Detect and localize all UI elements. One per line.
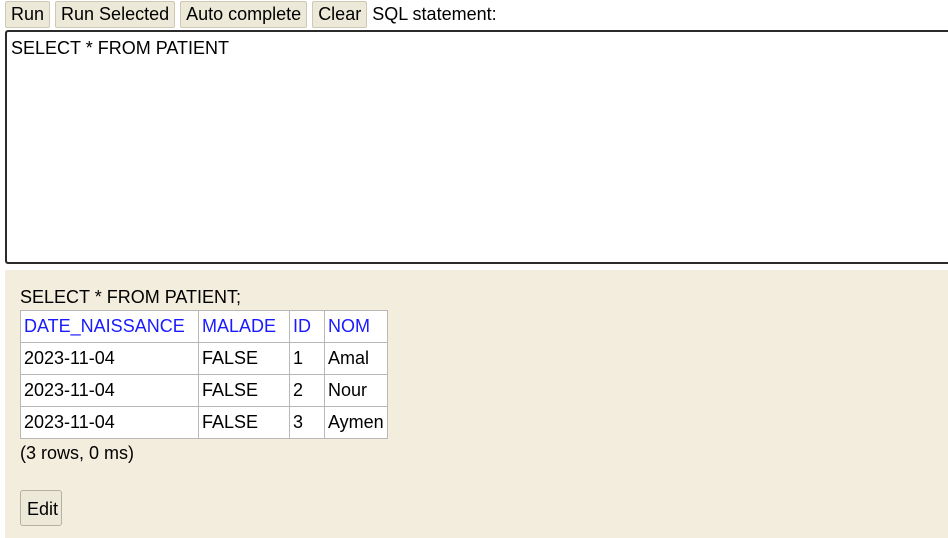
edit-button[interactable]: Edit bbox=[20, 490, 62, 526]
auto-complete-button[interactable]: Auto complete bbox=[180, 0, 308, 28]
sql-statement-label: SQL statement: bbox=[372, 3, 497, 24]
table-row: 2023-11-04 FALSE 2 Nour bbox=[20, 374, 388, 407]
column-header-date-naissance[interactable]: DATE_NAISSANCE bbox=[20, 310, 199, 343]
table-cell: Aymen bbox=[324, 406, 388, 439]
column-header-nom[interactable]: NOM bbox=[324, 310, 388, 343]
table-cell: 2023-11-04 bbox=[20, 406, 199, 439]
table-cell: 2 bbox=[289, 374, 325, 407]
column-header-id[interactable]: ID bbox=[289, 310, 325, 343]
table-row: 2023-11-04 FALSE 3 Aymen bbox=[20, 406, 388, 439]
result-panel: SELECT * FROM PATIENT; DATE_NAISSANCE MA… bbox=[5, 270, 948, 538]
table-cell: FALSE bbox=[198, 406, 290, 439]
table-cell: 2023-11-04 bbox=[20, 342, 199, 375]
table-cell: Nour bbox=[324, 374, 388, 407]
table-cell: 2023-11-04 bbox=[20, 374, 199, 407]
table-cell: FALSE bbox=[198, 374, 290, 407]
run-selected-button[interactable]: Run Selected bbox=[55, 0, 176, 28]
sql-editor[interactable]: SELECT * FROM PATIENT bbox=[5, 30, 948, 264]
result-table: DATE_NAISSANCE MALADE ID NOM 2023-11-04 … bbox=[20, 310, 388, 439]
table-header-row: DATE_NAISSANCE MALADE ID NOM bbox=[20, 310, 388, 343]
result-status: (3 rows, 0 ms) bbox=[20, 443, 135, 463]
toolbar: Run Run Selected Auto complete Clear SQL… bbox=[0, 0, 497, 28]
clear-button[interactable]: Clear bbox=[312, 0, 368, 28]
table-cell: Amal bbox=[324, 342, 388, 375]
table-cell: 1 bbox=[289, 342, 325, 375]
table-cell: FALSE bbox=[198, 342, 290, 375]
table-row: 2023-11-04 FALSE 1 Amal bbox=[20, 342, 388, 375]
table-cell: 3 bbox=[289, 406, 325, 439]
column-header-malade[interactable]: MALADE bbox=[198, 310, 290, 343]
run-button[interactable]: Run bbox=[5, 0, 51, 28]
executed-statement: SELECT * FROM PATIENT; bbox=[20, 287, 242, 307]
